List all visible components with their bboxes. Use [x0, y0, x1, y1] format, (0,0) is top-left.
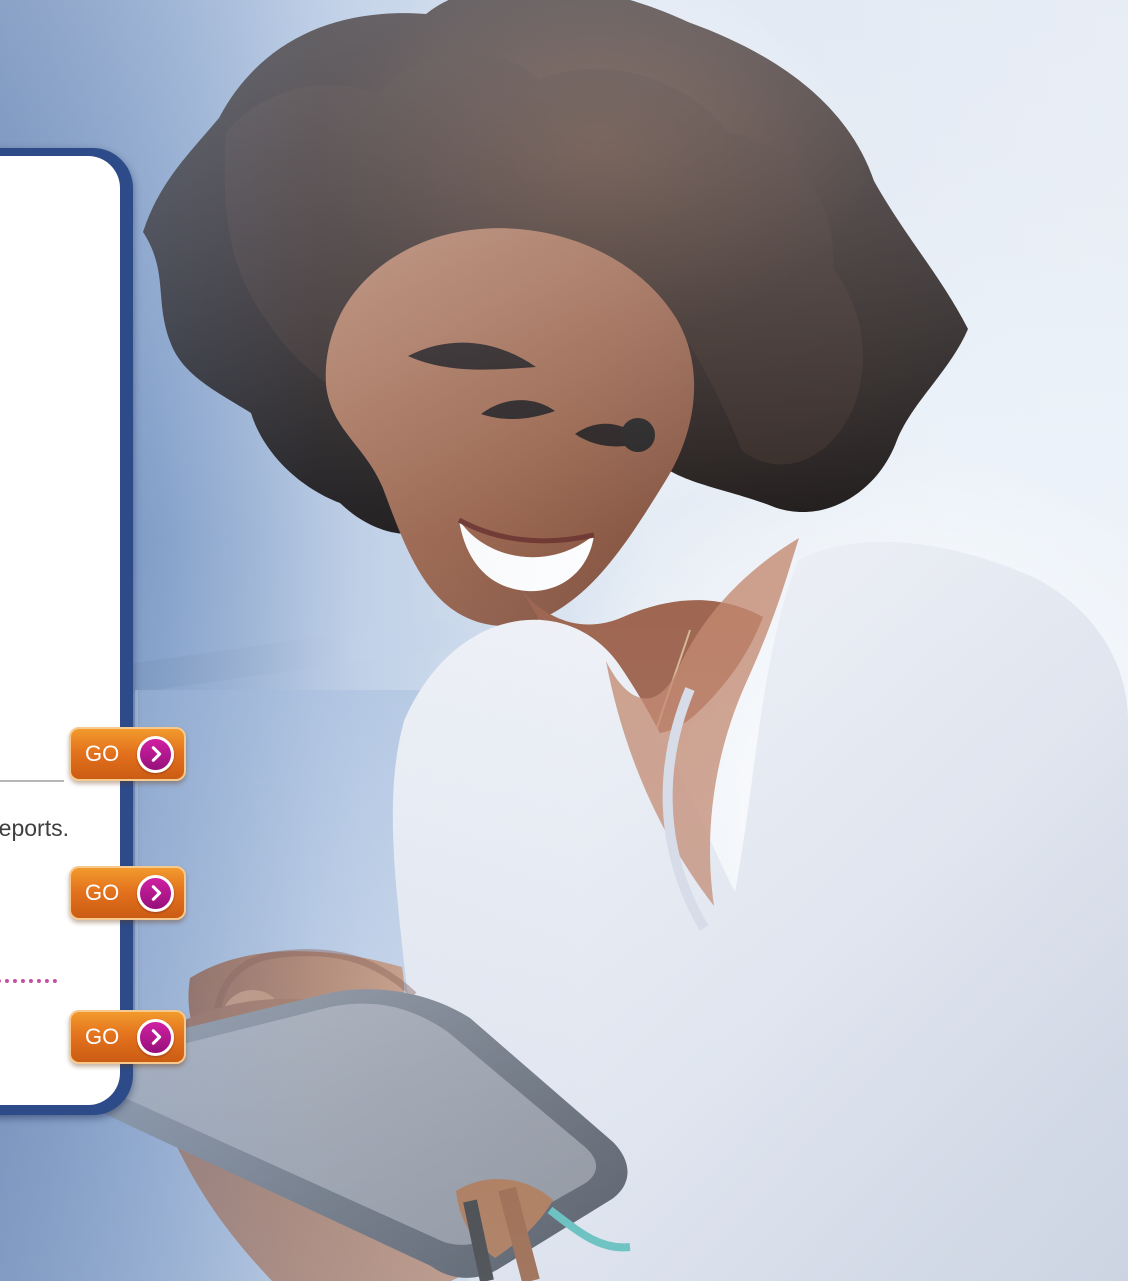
reports-description: reports.: [0, 813, 69, 847]
go-button-3[interactable]: GO: [69, 1010, 186, 1064]
go-button-1[interactable]: GO: [69, 727, 186, 781]
go-button-2[interactable]: GO: [69, 866, 186, 920]
go-button-label: GO: [85, 880, 120, 905]
section-divider: [0, 780, 64, 782]
go-button-label: GO: [85, 741, 120, 766]
overview-card: E de our reports. ve: [0, 148, 133, 1115]
dotted-divider: [0, 979, 57, 983]
chevron-right-icon: [137, 874, 174, 912]
hero-banner: E de our reports. ve GO: [0, 0, 1128, 1281]
reports-description-text: reports.: [0, 815, 69, 841]
chevron-right-icon: [137, 735, 174, 773]
go-button-label: GO: [85, 1024, 120, 1049]
chevron-right-icon: [137, 1018, 174, 1056]
woman-with-tablet-photo: [72, 0, 1128, 1281]
overview-card-content: E de our reports. ve: [0, 156, 120, 1105]
